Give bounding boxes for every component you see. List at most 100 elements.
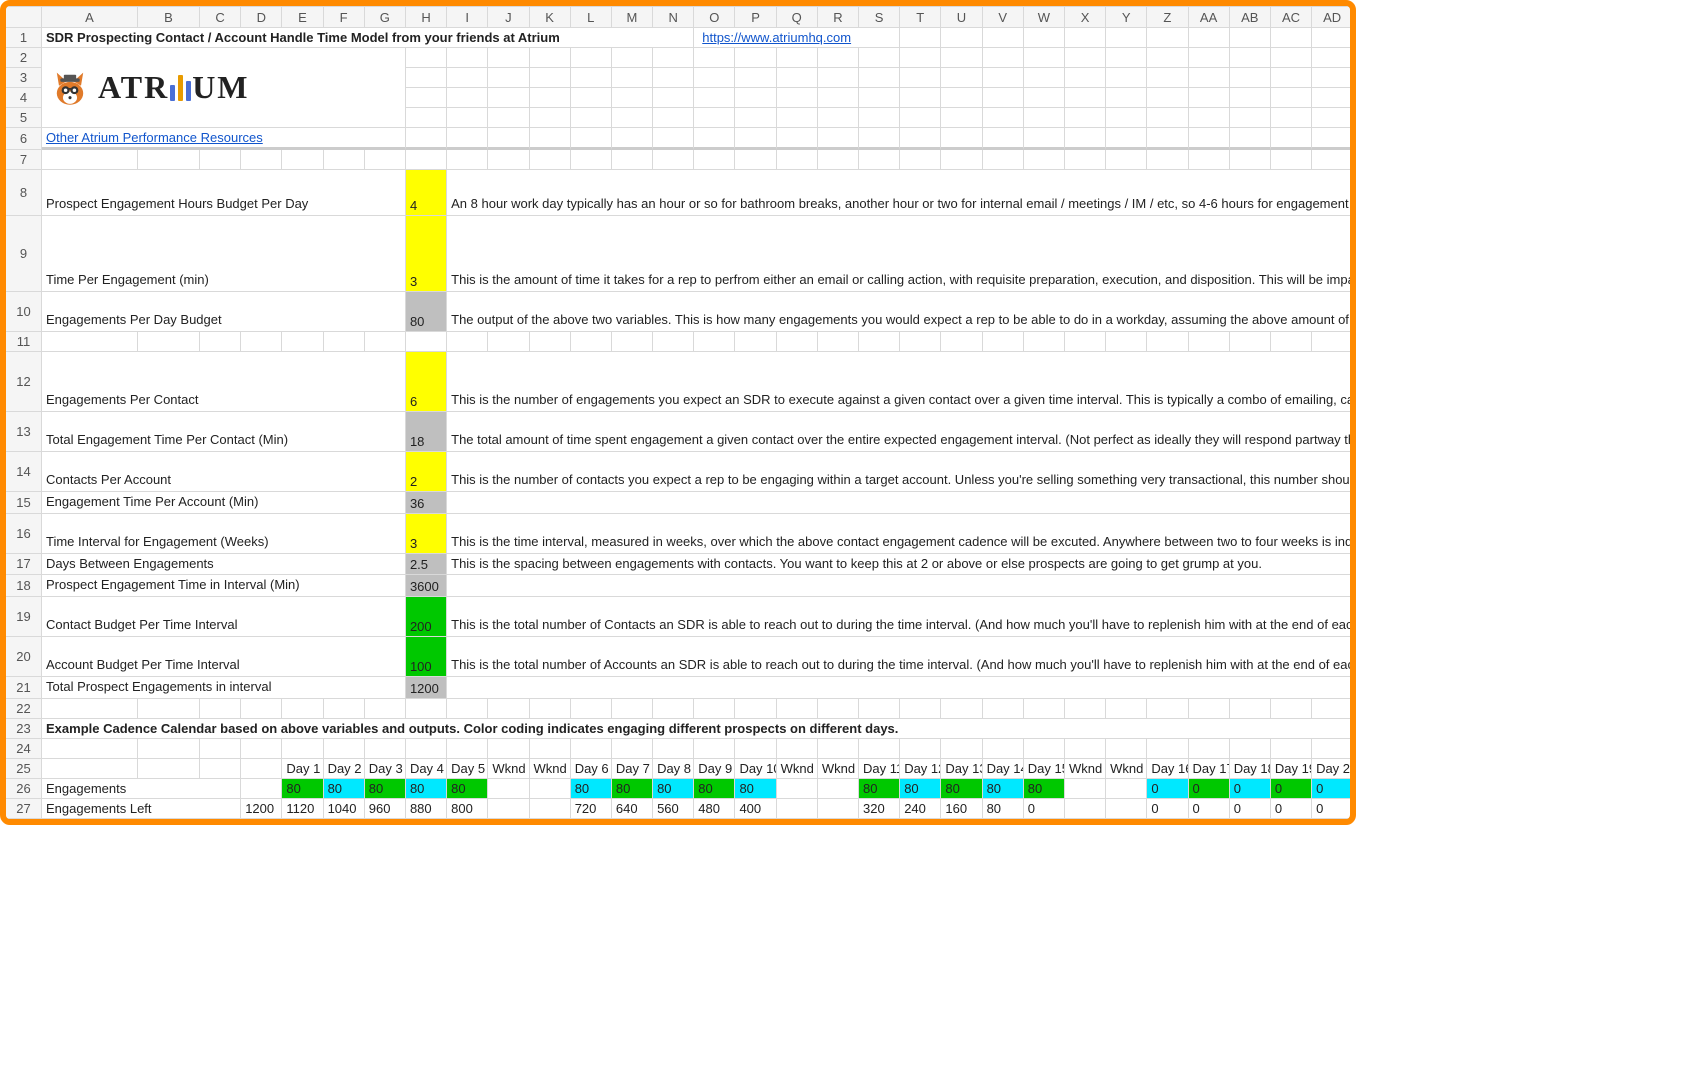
metric-value[interactable]: 1200	[406, 677, 447, 699]
engagements-left-cell[interactable]: 640	[612, 799, 653, 819]
engagement-cell[interactable]	[530, 779, 571, 799]
metric-value[interactable]: 18	[406, 412, 447, 452]
engagements-left-cell[interactable]: 480	[694, 799, 735, 819]
engagement-cell[interactable]	[777, 779, 818, 799]
row-header-27[interactable]: 27	[6, 799, 42, 819]
engagement-cell[interactable]	[488, 779, 529, 799]
row-header-20[interactable]: 20	[6, 637, 42, 677]
engagement-cell[interactable]: 80	[447, 779, 488, 799]
col-header-K[interactable]: K	[530, 6, 571, 28]
metric-value[interactable]: 100	[406, 637, 447, 677]
engagement-cell[interactable]: 80	[612, 779, 653, 799]
col-header-H[interactable]: H	[406, 6, 447, 28]
engagements-left-cell[interactable]: 800	[447, 799, 488, 819]
row-header-23[interactable]: 23	[6, 719, 42, 739]
row-header-6[interactable]: 6	[6, 128, 42, 150]
engagement-cell[interactable]: 0	[1147, 779, 1188, 799]
col-header-AA[interactable]: AA	[1189, 6, 1230, 28]
col-header-J[interactable]: J	[488, 6, 529, 28]
col-header-Z[interactable]: Z	[1147, 6, 1188, 28]
col-header-X[interactable]: X	[1065, 6, 1106, 28]
engagement-cell[interactable]: 80	[694, 779, 735, 799]
engagements-left-cell[interactable]: 0	[1024, 799, 1065, 819]
col-header-O[interactable]: O	[694, 6, 735, 28]
row-header-25[interactable]: 25	[6, 759, 42, 779]
engagements-left-cell[interactable]	[818, 799, 859, 819]
col-header-I[interactable]: I	[447, 6, 488, 28]
col-header-M[interactable]: M	[612, 6, 653, 28]
engagements-left-cell[interactable]: 240	[900, 799, 941, 819]
metric-value[interactable]: 2	[406, 452, 447, 492]
engagements-left-cell[interactable]: 400	[735, 799, 776, 819]
engagements-left-cell[interactable]: 1120	[282, 799, 323, 819]
row-header-11[interactable]: 11	[6, 332, 42, 352]
row-header-1[interactable]: 1	[6, 28, 42, 48]
col-header-D[interactable]: D	[241, 6, 282, 28]
row-header-5[interactable]: 5	[6, 108, 42, 128]
engagements-left-cell[interactable]	[1065, 799, 1106, 819]
row-header-16[interactable]: 16	[6, 514, 42, 554]
row-header-18[interactable]: 18	[6, 575, 42, 597]
metric-value[interactable]: 6	[406, 352, 447, 412]
engagements-left-cell[interactable]: 720	[571, 799, 612, 819]
engagements-left-cell[interactable]: 0	[1271, 799, 1312, 819]
col-header-N[interactable]: N	[653, 6, 694, 28]
engagements-left-cell[interactable]: 0	[1230, 799, 1271, 819]
col-header-S[interactable]: S	[859, 6, 900, 28]
engagement-cell[interactable]: 80	[571, 779, 612, 799]
metric-value[interactable]: 3	[406, 216, 447, 292]
engagement-cell[interactable]: 80	[653, 779, 694, 799]
engagements-left-start[interactable]: 1200	[241, 799, 282, 819]
row-header-26[interactable]: 26	[6, 779, 42, 799]
metric-value[interactable]: 80	[406, 292, 447, 332]
col-header-R[interactable]: R	[818, 6, 859, 28]
row-header-7[interactable]: 7	[6, 150, 42, 170]
col-header-P[interactable]: P	[735, 6, 776, 28]
col-header-F[interactable]: F	[324, 6, 365, 28]
row-header-10[interactable]: 10	[6, 292, 42, 332]
engagement-cell[interactable]	[1065, 779, 1106, 799]
col-header-T[interactable]: T	[900, 6, 941, 28]
col-header-Q[interactable]: Q	[777, 6, 818, 28]
col-header-G[interactable]: G	[365, 6, 406, 28]
engagements-left-cell[interactable]: 960	[365, 799, 406, 819]
engagements-left-cell[interactable]: 160	[941, 799, 982, 819]
col-header-AC[interactable]: AC	[1271, 6, 1312, 28]
col-header-U[interactable]: U	[941, 6, 982, 28]
engagements-left-cell[interactable]	[777, 799, 818, 819]
engagement-cell[interactable]: 0	[1230, 779, 1271, 799]
row-header-24[interactable]: 24	[6, 739, 42, 759]
engagements-left-cell[interactable]	[1106, 799, 1147, 819]
metric-value[interactable]: 4	[406, 170, 447, 216]
engagement-cell[interactable]: 80	[900, 779, 941, 799]
atrium-link[interactable]: https://www.atriumhq.com	[694, 28, 900, 48]
engagements-left-cell[interactable]: 1040	[324, 799, 365, 819]
engagements-left-cell[interactable]: 880	[406, 799, 447, 819]
row-header-14[interactable]: 14	[6, 452, 42, 492]
engagement-cell[interactable]: 80	[983, 779, 1024, 799]
engagement-cell[interactable]: 0	[1271, 779, 1312, 799]
engagement-cell[interactable]	[1106, 779, 1147, 799]
engagements-left-cell[interactable]: 560	[653, 799, 694, 819]
engagement-cell[interactable]: 80	[282, 779, 323, 799]
row-header-21[interactable]: 21	[6, 677, 42, 699]
engagements-left-cell[interactable]: 0	[1312, 799, 1353, 819]
col-header-B[interactable]: B	[138, 6, 200, 28]
engagement-cell[interactable]: 80	[1024, 779, 1065, 799]
metric-value[interactable]: 200	[406, 597, 447, 637]
col-header-C[interactable]: C	[200, 6, 241, 28]
row-header-19[interactable]: 19	[6, 597, 42, 637]
engagement-cell[interactable]: 80	[735, 779, 776, 799]
col-header-W[interactable]: W	[1024, 6, 1065, 28]
metric-value[interactable]: 36	[406, 492, 447, 514]
engagements-left-cell[interactable]: 320	[859, 799, 900, 819]
row-header-15[interactable]: 15	[6, 492, 42, 514]
metric-value[interactable]: 3	[406, 514, 447, 554]
row-header-13[interactable]: 13	[6, 412, 42, 452]
row-header-4[interactable]: 4	[6, 88, 42, 108]
engagements-left-cell[interactable]: 0	[1189, 799, 1230, 819]
col-header-L[interactable]: L	[571, 6, 612, 28]
row-header-3[interactable]: 3	[6, 68, 42, 88]
engagement-cell[interactable]: 80	[406, 779, 447, 799]
row-header-12[interactable]: 12	[6, 352, 42, 412]
